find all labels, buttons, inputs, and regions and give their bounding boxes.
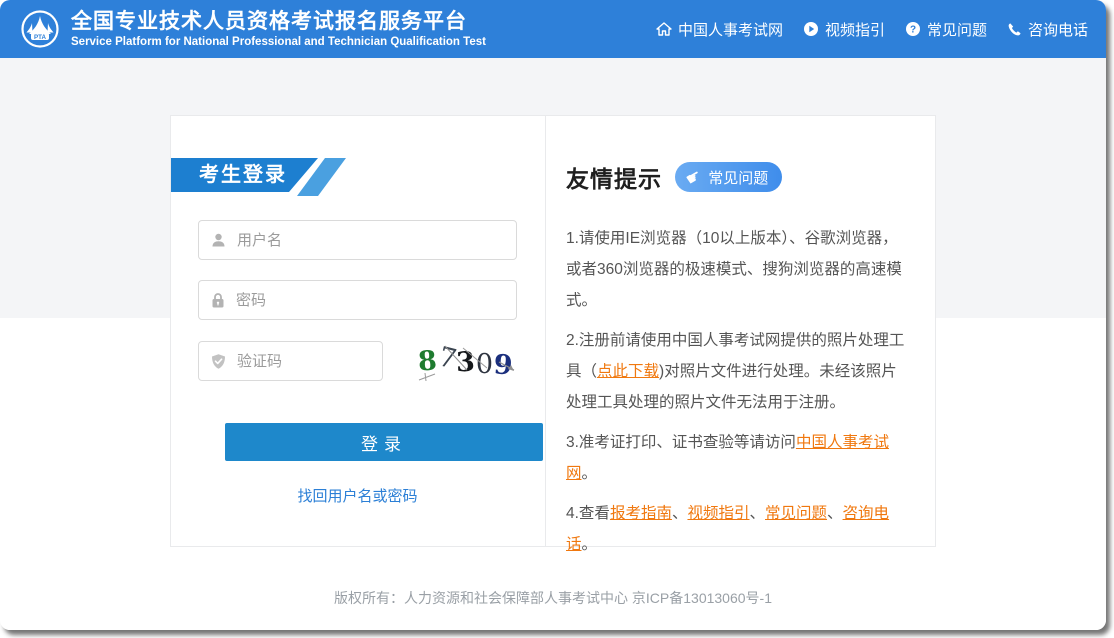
tips-header: 友情提示 ☛ 常见问题 [566, 160, 910, 194]
brand: PTA 全国专业技术人员资格考试报名服务平台 Service Platform … [20, 9, 486, 49]
login-panel-ribbon: 考生登录 [171, 158, 545, 198]
nav-faq[interactable]: ? 常见问题 [905, 19, 987, 40]
login-panel: 考生登录 [171, 116, 546, 546]
nav-label: 咨询电话 [1028, 19, 1088, 40]
faq-badge-label: 常见问题 [708, 167, 768, 188]
tip-text: 3.准考证打印、证书查验等请访问 [566, 434, 796, 451]
captcha-digits: 8 7 3 0 9 [418, 346, 514, 377]
tips-panel: 友情提示 ☛ 常见问题 1.请使用IE浏览器（10以上版本）、谷歌浏览器，或者3… [546, 116, 935, 546]
tip-item-4: 4.查看报考指南、视频指引、常见问题、咨询电话。 [566, 498, 910, 560]
site-title: 全国专业技术人员资格考试报名服务平台 [71, 10, 486, 34]
tips-title: 友情提示 [566, 160, 662, 194]
login-card: 考生登录 [170, 115, 936, 547]
svg-text:?: ? [910, 25, 916, 36]
video-guide-link[interactable]: 视频指引 [687, 505, 749, 522]
brand-titles: 全国专业技术人员资格考试报名服务平台 Service Platform for … [71, 10, 486, 48]
username-input[interactable] [237, 232, 505, 249]
password-field-box [198, 280, 517, 320]
main-area: 考生登录 [0, 58, 1106, 630]
photo-tool-download-link[interactable]: 点此下载 [597, 363, 659, 380]
captcha-input[interactable] [237, 353, 371, 370]
lock-icon [210, 292, 226, 309]
captcha-digit: 3 [456, 346, 477, 378]
tip-text: 4.查看 [566, 505, 610, 522]
pta-logo-icon: PTA [20, 9, 60, 49]
forgot-credentials-link[interactable]: 找回用户名或密码 [297, 488, 417, 505]
tip-item-2: 2.注册前请使用中国人事考试网提供的照片处理工具（点此下载)对照片文件进行处理。… [566, 325, 910, 418]
play-icon [803, 21, 819, 37]
tip-text: 。 [582, 536, 598, 553]
top-nav: 中国人事考试网 视频指引 ? 常见问题 咨询电话 [656, 19, 1088, 40]
tip-text: 、 [827, 505, 843, 522]
nav-label: 视频指引 [825, 19, 885, 40]
captcha-field-box [198, 341, 383, 381]
faq-link[interactable]: 常见问题 [765, 505, 827, 522]
nav-video-guide[interactable]: 视频指引 [803, 19, 885, 40]
username-field-box [198, 220, 517, 260]
tip-item-3: 3.准考证打印、证书查验等请访问中国人事考试网。 [566, 427, 910, 489]
tip-text: 1.请使用IE浏览器（10以上版本）、谷歌浏览器，或者360浏览器的极速模式、搜… [566, 230, 902, 309]
captcha-digit: 8 [417, 345, 439, 377]
tip-text: 、 [749, 505, 765, 522]
password-input[interactable] [236, 292, 505, 309]
login-button[interactable]: 登录 [225, 423, 543, 461]
header: PTA 全国专业技术人员资格考试报名服务平台 Service Platform … [0, 0, 1106, 58]
home-icon [656, 21, 672, 37]
login-form: 8 7 3 0 9 [171, 220, 545, 506]
forgot-row: 找回用户名或密码 [198, 485, 517, 506]
captcha-digit: 0 [476, 349, 494, 380]
site-subtitle: Service Platform for National Profession… [71, 36, 486, 48]
tip-text: 、 [672, 505, 688, 522]
captcha-row: 8 7 3 0 9 [198, 340, 517, 382]
phone-icon [1007, 22, 1022, 37]
pointing-hand-icon: ☛ [683, 166, 705, 188]
tip-text: 。 [582, 465, 598, 482]
faq-badge-button[interactable]: ☛ 常见问题 [675, 162, 782, 192]
user-icon [210, 232, 227, 249]
captcha-image[interactable]: 8 7 3 0 9 [415, 340, 517, 382]
nav-hotline[interactable]: 咨询电话 [1007, 19, 1088, 40]
question-icon: ? [905, 21, 921, 37]
app-window: PTA 全国专业技术人员资格考试报名服务平台 Service Platform … [0, 0, 1106, 630]
login-panel-title: 考生登录 [199, 158, 287, 192]
svg-text:PTA: PTA [34, 34, 46, 41]
shield-check-icon [210, 353, 227, 370]
nav-label: 常见问题 [927, 19, 987, 40]
footer-copyright: 版权所有：人力资源和社会保障部人事考试中心 京ICP备13013060号-1 [0, 588, 1106, 608]
captcha-digit: 9 [493, 349, 515, 381]
exam-guide-link[interactable]: 报考指南 [610, 505, 672, 522]
nav-cpta-site[interactable]: 中国人事考试网 [656, 19, 783, 40]
nav-label: 中国人事考试网 [678, 19, 783, 40]
tip-item-1: 1.请使用IE浏览器（10以上版本）、谷歌浏览器，或者360浏览器的极速模式、搜… [566, 223, 910, 316]
